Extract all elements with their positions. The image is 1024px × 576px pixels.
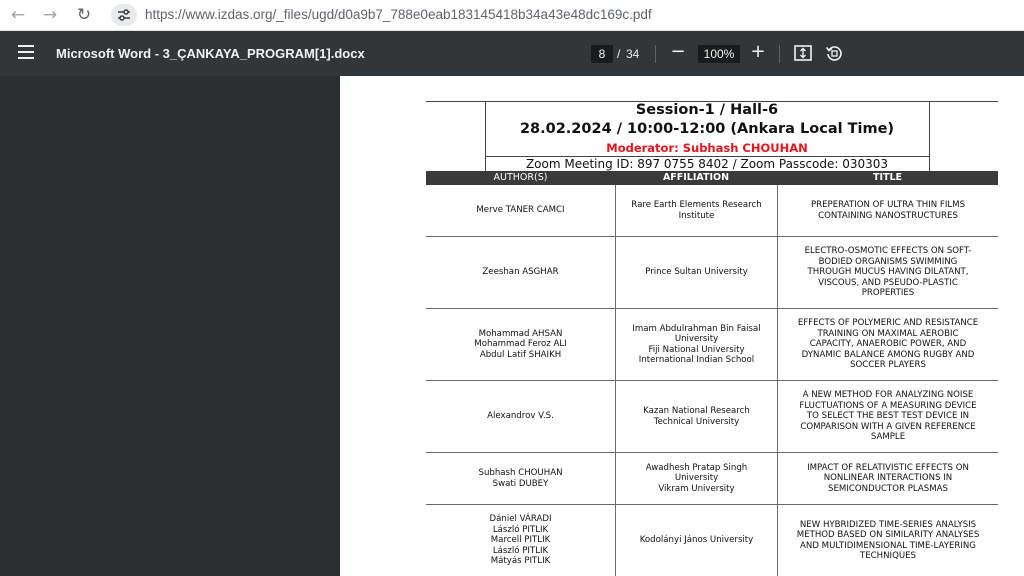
- forward-arrow-icon[interactable]: →: [38, 4, 62, 26]
- thumbnail-sidebar[interactable]: [0, 76, 340, 576]
- cell-title-text: ELECTRO-OSMOTIC EFFECTS ON SOFT- BODIED …: [804, 246, 972, 299]
- page-total: 34: [626, 47, 640, 61]
- page-separator: /: [617, 47, 621, 61]
- rotate-icon[interactable]: [825, 44, 843, 62]
- browser-address-bar: ← → ↻ https://www.izdas.org/_files/ugd/d…: [0, 0, 1024, 31]
- url-text[interactable]: https://www.izdas.org/_files/ugd/d0a9b7_…: [145, 7, 652, 22]
- cell-affiliation-text: Kodolányi János University: [639, 535, 754, 546]
- pdf-toolbar: Microsoft Word - 3_ÇANKAYA_PROGRAM[1].do…: [0, 31, 1024, 76]
- cell-affiliation: Kodolányi János University: [615, 505, 777, 576]
- column-header-authors: AUTHOR(S): [493, 172, 548, 183]
- cell-affiliation: Awadhesh Pratap Singh University Vikram …: [615, 453, 777, 504]
- cell-affiliation-text: Awadhesh Pratap Singh University Vikram …: [645, 462, 748, 494]
- session-header: Session-1 / Hall-6 28.02.2024 / 10:00-12…: [426, 101, 998, 171]
- cell-authors-text: Dániel VÁRADI László PITLIK Marcell PITL…: [489, 514, 552, 567]
- zoom-out-minus-icon[interactable]: −: [668, 41, 688, 63]
- cell-title: NEW HYBRIDIZED TIME-SERIES ANALYSIS METH…: [777, 505, 998, 576]
- cell-title-text: EFFECTS OF POLYMERIC AND RESISTANCE TRAI…: [797, 318, 979, 371]
- session-title: Session-1 / Hall-6: [635, 102, 779, 118]
- session-datetime: 28.02.2024 / 10:00-12:00 (Ankara Local T…: [519, 121, 895, 137]
- cell-title: IMPACT OF RELATIVISTIC EFFECTS ON NONLIN…: [777, 453, 998, 504]
- table-row: Alexandrov V.S. Kazan National Research T…: [426, 381, 998, 453]
- cell-title: ELECTRO-OSMOTIC EFFECTS ON SOFT- BODIED …: [777, 237, 998, 308]
- reload-icon[interactable]: ↻: [72, 4, 96, 26]
- cell-title-text: IMPACT OF RELATIVISTIC EFFECTS ON NONLIN…: [807, 462, 969, 494]
- cell-authors-text: Zeeshan ASGHAR: [482, 267, 559, 278]
- table-body: Merve TANER CAMCI Rare Earth Elements Res…: [426, 185, 998, 576]
- cell-authors-text: Mohammad AHSAN Mohammad Feroz ALI Abdul …: [474, 328, 567, 360]
- cell-authors: Alexandrov V.S.: [426, 381, 615, 452]
- cell-affiliation-text: Imam Abdulrahman Bin Faisal University F…: [632, 323, 761, 365]
- cell-affiliation-text: Rare Earth Elements Research Institute: [631, 200, 762, 221]
- cell-title: A NEW METHOD FOR ANALYZING NOISE FLUCTUA…: [777, 381, 998, 452]
- cell-affiliation: Imam Abdulrahman Bin Faisal University F…: [615, 309, 777, 380]
- toolbar-divider: [655, 45, 656, 63]
- cell-authors-text: Merve TANER CAMCI: [476, 205, 565, 216]
- cell-affiliation: Kazan National Research Technical Univer…: [615, 381, 777, 452]
- cell-authors: Zeeshan ASGHAR: [426, 237, 615, 308]
- table-header-row: AUTHOR(S) AFFILIATION TITLE: [426, 171, 998, 185]
- cell-authors-text: Subhash CHOUHAN Swati DUBEY: [478, 468, 563, 489]
- cell-authors: Subhash CHOUHAN Swati DUBEY: [426, 453, 615, 504]
- table-row: Mohammad AHSAN Mohammad Feroz ALI Abdul …: [426, 309, 998, 381]
- table-row: Dániel VÁRADI László PITLIK Marcell PITL…: [426, 505, 998, 576]
- zoom-in-plus-icon[interactable]: +: [748, 41, 768, 63]
- page-number-input[interactable]: 8: [591, 45, 613, 63]
- cell-title: PREPERATION OF ULTRA THIN FILMS CONTAINI…: [777, 185, 998, 236]
- column-header-title: TITLE: [872, 172, 903, 183]
- cell-affiliation: Prince Sultan University: [615, 237, 777, 308]
- document-title: Microsoft Word - 3_ÇANKAYA_PROGRAM[1].do…: [56, 46, 365, 61]
- table-row: Merve TANER CAMCI Rare Earth Elements Res…: [426, 185, 998, 237]
- session-moderator: Moderator: Subhash CHOUHAN: [606, 141, 808, 155]
- pdf-page: Session-1 / Hall-6 28.02.2024 / 10:00-12…: [340, 76, 1024, 576]
- cell-title-text: A NEW METHOD FOR ANALYZING NOISE FLUCTUA…: [799, 390, 977, 443]
- fit-to-page-icon[interactable]: [794, 45, 812, 61]
- cell-affiliation-text: Prince Sultan University: [645, 267, 748, 278]
- cell-authors-text: Alexandrov V.S.: [487, 411, 554, 422]
- program-table: Session-1 / Hall-6 28.02.2024 / 10:00-12…: [426, 101, 998, 576]
- table-row: Subhash CHOUHAN Swati DUBEY Awadhesh Prat…: [426, 453, 998, 505]
- cell-affiliation-text: Kazan National Research Technical Univer…: [643, 406, 750, 427]
- hamburger-menu-icon[interactable]: [18, 45, 34, 59]
- column-header-affiliation: AFFILIATION: [662, 172, 730, 183]
- cell-authors: Mohammad AHSAN Mohammad Feroz ALI Abdul …: [426, 309, 615, 380]
- cell-title: EFFECTS OF POLYMERIC AND RESISTANCE TRAI…: [777, 309, 998, 380]
- zoom-level-input[interactable]: 100%: [698, 45, 740, 63]
- toolbar-divider-2: [779, 45, 780, 63]
- cell-authors: Dániel VÁRADI László PITLIK Marcell PITL…: [426, 505, 615, 576]
- back-arrow-icon[interactable]: ←: [6, 4, 30, 26]
- cell-affiliation: Rare Earth Elements Research Institute: [615, 185, 777, 236]
- cell-title-text: NEW HYBRIDIZED TIME-SERIES ANALYSIS METH…: [796, 519, 980, 561]
- pdf-viewer-area: Session-1 / Hall-6 28.02.2024 / 10:00-12…: [0, 76, 1024, 576]
- cell-title-text: PREPERATION OF ULTRA THIN FILMS CONTAINI…: [810, 200, 966, 221]
- zoom-meeting-info: Zoom Meeting ID: 897 0755 8402 / Zoom Pa…: [525, 157, 889, 171]
- site-info-icon[interactable]: [111, 4, 137, 26]
- table-row: Zeeshan ASGHAR Prince Sultan University EL…: [426, 237, 998, 309]
- cell-authors: Merve TANER CAMCI: [426, 185, 615, 236]
